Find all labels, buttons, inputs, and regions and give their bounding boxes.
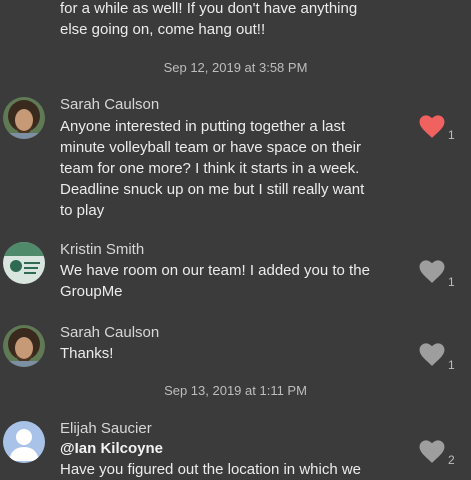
like-count: 1 xyxy=(448,128,455,142)
sender-name[interactable]: Kristin Smith xyxy=(60,240,144,260)
message-line: minute volleyball team or have space on … xyxy=(60,139,361,156)
message-line: Thanks! xyxy=(60,345,114,362)
message-line: for a while as well! If you don't have a… xyxy=(60,0,358,17)
timestamp-divider: Sep 13, 2019 at 1:11 PM xyxy=(164,383,307,398)
message-text: Thanks! xyxy=(60,343,410,364)
avatar[interactable] xyxy=(3,242,45,284)
avatar[interactable] xyxy=(3,421,45,463)
message-line: Deadline snuck up on me but I still real… xyxy=(60,181,365,198)
timestamp-divider: Sep 12, 2019 at 3:58 PM xyxy=(163,60,308,75)
mention[interactable]: @Ian Kilcoyne xyxy=(60,438,410,459)
message-line: Anyone interested in putting together a … xyxy=(60,118,346,135)
avatar[interactable] xyxy=(3,97,45,139)
message-line: We have room on our team! I added you to… xyxy=(60,262,370,279)
sender-name[interactable]: Elijah Saucier xyxy=(60,419,152,439)
message-line: GroupMe xyxy=(60,283,123,300)
like-count: 2 xyxy=(448,453,455,467)
person-icon xyxy=(3,421,45,463)
like-count: 1 xyxy=(448,275,455,289)
message-text: We have room on our team! I added you to… xyxy=(60,260,410,302)
sender-name[interactable]: Sarah Caulson xyxy=(60,323,159,343)
chat-thread: for a while as well! If you don't have a… xyxy=(0,0,471,478)
avatar-photo xyxy=(3,97,45,139)
sender-name[interactable]: Sarah Caulson xyxy=(60,95,159,115)
avatar-photo xyxy=(3,242,45,284)
message-text: for a while as well! If you don't have a… xyxy=(60,0,410,40)
like-count: 1 xyxy=(448,358,455,372)
message-text: Anyone interested in putting together a … xyxy=(60,116,410,221)
heart-icon[interactable] xyxy=(419,343,445,367)
heart-icon[interactable] xyxy=(419,440,445,464)
message-line: team for one more? I think it starts in … xyxy=(60,160,360,177)
message-line: Have you figured out the location in whi… xyxy=(60,461,362,478)
message-text: @Ian Kilcoyne Have you figured out the l… xyxy=(60,438,410,480)
message-line: to play xyxy=(60,202,105,219)
message-line: else going on, come hang out!! xyxy=(60,21,266,38)
avatar[interactable] xyxy=(3,325,45,367)
heart-icon[interactable] xyxy=(419,115,445,139)
avatar-photo xyxy=(3,325,45,367)
heart-icon[interactable] xyxy=(419,260,445,284)
